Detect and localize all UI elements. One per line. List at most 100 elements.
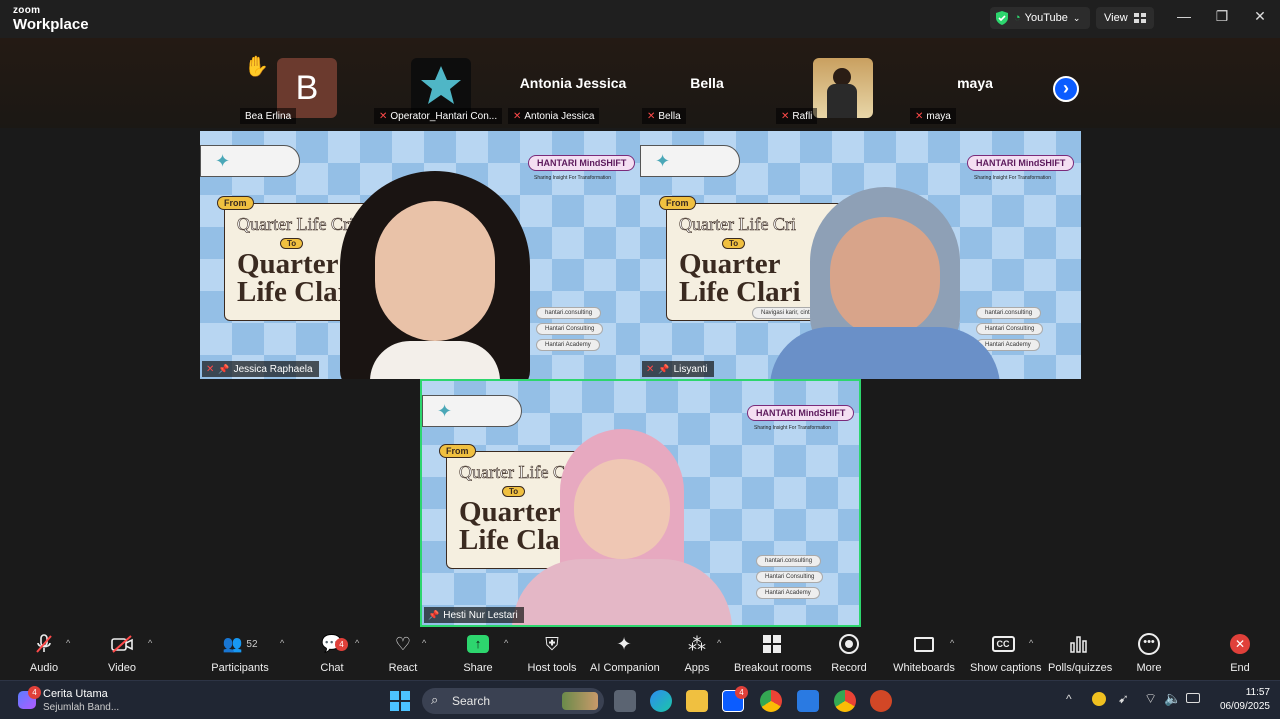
meeting-toolbar: Audio ^ Video ^ 👥 52 Participants ^ 💬 Cha… — [0, 630, 1280, 680]
chevron-up-icon[interactable]: ^ — [1066, 692, 1072, 706]
participant-tile[interactable]: Bella ✕ Bella — [642, 52, 772, 124]
participants-options-caret[interactable]: ^ — [280, 638, 284, 648]
poster-badge-sub: Sharing Insight For Transformation — [754, 425, 831, 431]
chrome-icon[interactable] — [760, 690, 782, 712]
video-nametag: ✕ 📌 Lisyanti — [642, 361, 714, 377]
poster-badge-sub: Sharing Insight For Transformation — [534, 175, 611, 181]
system-clock[interactable]: 11:57 06/09/2025 — [1210, 686, 1270, 714]
brand-top: zoom — [13, 5, 41, 16]
view-label: View — [1104, 12, 1128, 24]
task-view-icon[interactable] — [614, 690, 636, 712]
camera-off-icon — [111, 635, 133, 653]
participant-video — [330, 171, 540, 379]
wifi-icon[interactable]: ⌔ — [1144, 690, 1157, 708]
news-badge: 4 — [28, 686, 41, 699]
audio-button[interactable]: Audio — [22, 630, 66, 680]
zoom-logo: zoom Workplace — [13, 5, 89, 33]
next-page-button[interactable]: › — [1053, 76, 1079, 102]
bar-chart-icon — [1070, 636, 1087, 653]
chat-options-caret[interactable]: ^ — [355, 638, 359, 648]
norton-icon[interactable] — [1092, 692, 1106, 706]
participant-label: ✕ Bella — [642, 108, 686, 124]
record-button[interactable]: Record — [830, 630, 868, 680]
participant-video — [770, 187, 1000, 379]
participant-label: ✕ Operator_Hantari Con... — [374, 108, 503, 124]
participant-tile[interactable]: maya ✕ maya — [910, 52, 1040, 124]
view-button[interactable]: View — [1096, 7, 1154, 29]
volume-icon[interactable]: 🔈 — [1164, 690, 1181, 707]
news-widget[interactable]: 4 Cerita Utama Sejumlah Band... — [14, 685, 154, 715]
apps-options-caret[interactable]: ^ — [717, 638, 721, 648]
close-button[interactable]: ✕ — [1250, 8, 1270, 25]
breakout-rooms-button[interactable]: Breakout rooms — [734, 630, 812, 680]
chrome-profile-icon[interactable] — [834, 690, 856, 712]
grid-view-icon — [1133, 13, 1146, 23]
pin-icon: 📌 — [218, 363, 230, 374]
share-source-dropdown[interactable]: ◔ YouTube ⌄ — [990, 7, 1090, 29]
participant-video — [512, 429, 732, 625]
apps-button[interactable]: ⁂ Apps — [680, 630, 714, 680]
poster-from: From — [659, 196, 696, 210]
edge-icon[interactable] — [650, 690, 672, 712]
participant-tile[interactable]: ✕ Rafli — [776, 52, 906, 124]
participant-label: ✕ maya — [910, 108, 956, 124]
start-button[interactable] — [389, 690, 411, 712]
participants-button[interactable]: 👥 52 Participants — [210, 630, 270, 680]
record-icon — [839, 634, 859, 654]
participant-tile[interactable]: B Bea Erlina — [240, 52, 370, 124]
video-tile-active[interactable]: ✦ HANTARI MindSHIFT Sharing Insight For … — [420, 379, 861, 627]
restore-button[interactable]: ❐ — [1212, 8, 1232, 25]
participant-label: Bea Erlina — [240, 108, 297, 124]
poster-badge-sub: Sharing Insight For Transformation — [974, 175, 1051, 181]
mic-off-icon: ✕ — [647, 110, 656, 122]
participant-tile[interactable]: ✕ Operator_Hantari Con... — [374, 52, 504, 124]
poster-badge: HANTARI MindSHIFT — [747, 405, 855, 421]
pin-icon: 📌 — [658, 363, 670, 374]
participant-strip: ✋ B Bea Erlina ✕ Operator_Hantari Con... … — [0, 38, 1280, 128]
share-options-caret[interactable]: ^ — [504, 638, 508, 648]
file-explorer-icon[interactable] — [686, 690, 708, 712]
taskbar-search[interactable]: ⌕ Search — [422, 688, 604, 714]
captions-options-caret[interactable]: ^ — [1029, 638, 1033, 648]
chat-button[interactable]: 💬 Chat — [312, 630, 352, 680]
polls-button[interactable]: Polls/quizzes — [1048, 630, 1112, 680]
host-tools-button[interactable]: ⛨ Host tools — [526, 630, 578, 680]
battery-icon[interactable] — [1186, 693, 1200, 703]
share-button[interactable]: ↑ Share — [456, 630, 500, 680]
mic-off-icon: ✕ — [513, 110, 522, 122]
video-options-caret[interactable]: ^ — [148, 638, 152, 648]
audio-options-caret[interactable]: ^ — [66, 638, 70, 648]
mic-off-icon: ✕ — [206, 363, 215, 375]
end-meeting-button[interactable]: ✕ End — [1222, 630, 1258, 680]
participant-label: ✕ Rafli — [776, 108, 818, 124]
show-captions-button[interactable]: CC Show captions — [970, 630, 1042, 680]
poster-badge: HANTARI MindSHIFT — [967, 155, 1075, 171]
heart-icon: ♡ — [394, 633, 412, 654]
participant-name: maya — [957, 75, 993, 91]
search-highlight-image — [562, 692, 598, 710]
more-button[interactable]: ••• More — [1130, 630, 1168, 680]
video-tile[interactable]: ✦ HANTARI MindSHIFT Sharing Insight For … — [640, 131, 1081, 379]
participant-tile[interactable]: Antonia Jessica ✕ Antonia Jessica — [508, 52, 638, 124]
windows-taskbar: 4 Cerita Utama Sejumlah Band... ⌕ Search… — [0, 680, 1280, 719]
chevron-right-icon: › — [1063, 78, 1069, 98]
share-screen-icon: ↑ — [467, 635, 489, 653]
ai-companion-button[interactable]: ✦ AI Companion — [590, 630, 660, 680]
react-options-caret[interactable]: ^ — [422, 638, 426, 648]
video-tile[interactable]: ✦ HANTARI MindSHIFT Sharing Insight For … — [200, 131, 640, 379]
powerpoint-icon[interactable] — [870, 690, 892, 712]
social-linkedin: Hantari Consulting — [756, 571, 824, 583]
video-button[interactable]: Video — [100, 630, 144, 680]
whiteboards-options-caret[interactable]: ^ — [950, 638, 954, 648]
video-nametag: 📌 Hesti Nur Lestari — [424, 607, 524, 623]
photos-icon[interactable] — [797, 690, 819, 712]
hantari-logo: ✦ — [422, 395, 522, 427]
minimize-button[interactable]: — — [1174, 8, 1194, 24]
mic-off-icon: ✕ — [646, 363, 655, 375]
social-youtube: Hantari Academy — [536, 339, 600, 351]
whiteboards-button[interactable]: Whiteboards — [892, 630, 956, 680]
shield-check-icon — [996, 11, 1008, 25]
mic-off-icon: ✕ — [781, 110, 790, 122]
breakout-grid-icon — [763, 635, 781, 653]
react-button[interactable]: ♡ React — [384, 630, 422, 680]
